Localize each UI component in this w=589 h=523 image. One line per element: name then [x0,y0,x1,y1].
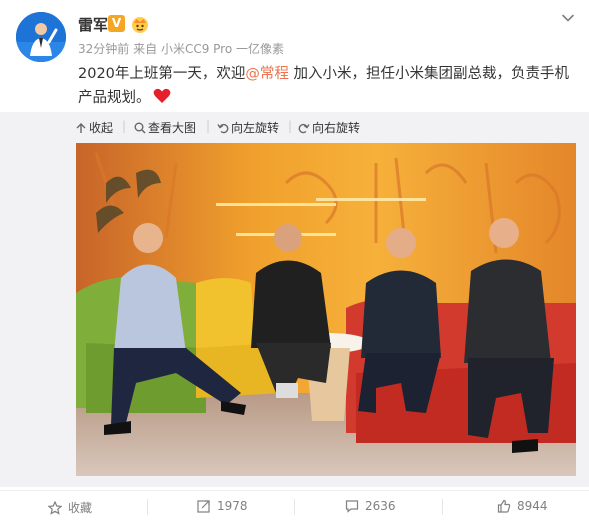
repost-icon [197,500,210,513]
rotate-left-button[interactable]: 向左旋转 [217,119,279,136]
media-toolbar-separator: | [206,119,211,133]
action-separator [442,499,443,515]
action-separator [147,499,148,515]
post-time[interactable]: 32分钟前 [78,42,129,56]
verified-badge: V [108,15,125,32]
rotate-left-icon [217,123,229,134]
source-prefix: 来自 [133,42,158,56]
crown-icon[interactable] [130,14,150,34]
comment-icon [345,500,359,513]
view-large-button[interactable]: 查看大图 [134,119,196,136]
media-toolbar-separator: | [288,119,293,133]
favorite-button[interactable]: 收藏 [47,499,92,516]
author-name[interactable]: 雷军 [78,14,108,35]
collapse-icon [76,123,86,133]
weibo-post-card: 雷军 V 32分钟前 来自 小米CC9 Pro 一亿像素 2020年上班第一天，… [0,0,589,523]
post-meta: 32分钟前 来自 小米CC9 Pro 一亿像素 [78,40,284,57]
collapse-button[interactable]: 收起 [75,119,113,136]
media-toolbar: 收起 | 查看大图 | 向左旋转 | 向右旋转 [0,112,589,140]
thumb-up-icon [497,499,511,513]
media-expanded-panel: 收起 | 查看大图 | 向左旋转 | 向右旋转 [0,112,589,487]
author-avatar[interactable] [16,12,66,62]
mention-link[interactable]: @常程 [245,66,289,82]
comment-button[interactable]: 2636 [345,499,396,513]
media-toolbar-separator: | [122,119,127,133]
action-separator [294,499,295,515]
post-text: 2020年上班第一天，欢迎@常程 加入小米，担任小米集团副总裁，负责手机产品规划… [78,66,570,106]
heart-emoji-icon [153,88,170,103]
chevron-down-icon[interactable] [560,10,576,26]
post-action-bar: 收藏 1978 2636 8944 [0,490,589,523]
post-source[interactable]: 小米CC9 Pro 一亿像素 [161,42,284,56]
rotate-right-button[interactable]: 向右旋转 [298,119,360,136]
rotate-right-icon [298,123,310,134]
repost-button[interactable]: 1978 [197,499,248,513]
post-photo[interactable] [76,143,576,476]
star-icon [47,500,63,515]
like-button[interactable]: 8944 [497,499,548,513]
zoom-icon [134,122,146,134]
